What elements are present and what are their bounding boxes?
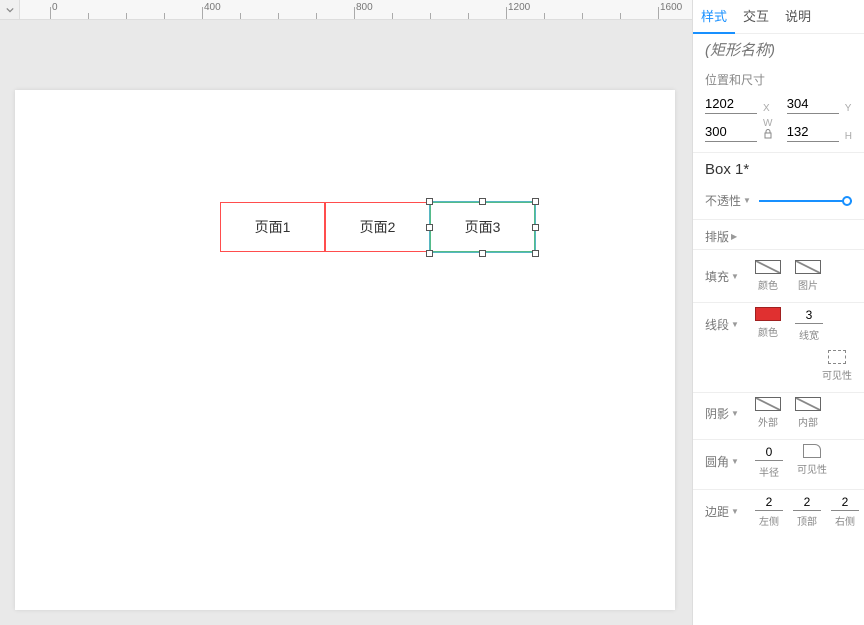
pos-x-label: X (763, 103, 781, 114)
line-visibility-label: 可见性 (822, 367, 852, 382)
shapes-layer: 页面1 页面2 页面3 (15, 90, 675, 610)
corner-visibility-label: 可见性 (797, 461, 827, 476)
line-label[interactable]: 线段▼ (705, 316, 755, 333)
opacity-label[interactable]: 不透性▼ (705, 192, 751, 209)
margin-left-input[interactable] (755, 494, 783, 511)
canvas-background[interactable]: 页面1 页面2 页面3 (0, 20, 692, 625)
ruler-horizontal[interactable]: 0 400 800 1200 1600 (20, 0, 692, 20)
fill-image-swatch[interactable] (795, 260, 821, 274)
rect-shape[interactable]: 页面3 (430, 202, 535, 252)
line-color-swatch[interactable] (755, 307, 781, 321)
rect-label: 页面3 (465, 217, 501, 237)
ruler-corner[interactable] (0, 0, 20, 20)
margin-top-input[interactable] (793, 494, 821, 511)
tab-notes[interactable]: 说明 (777, 0, 819, 34)
corner-row: 圆角▼ 半径 可见性 (693, 440, 864, 490)
line-color-label: 颜色 (758, 324, 778, 339)
margin-row: 边距▼ 左侧 顶部 右侧 (693, 490, 864, 532)
height-label: H (845, 131, 852, 142)
opacity-row: 不透性▼ (693, 186, 864, 220)
canvas-area: 0 400 800 1200 1600 页面1 页面2 页面3 (0, 0, 692, 625)
position-section: 位置和尺寸 X Y W H (693, 65, 864, 153)
margin-label[interactable]: 边距▼ (705, 503, 755, 520)
fill-color-swatch[interactable] (755, 260, 781, 274)
ruler-tick-label: 800 (356, 2, 373, 13)
line-width-label: 线宽 (799, 327, 819, 342)
line-row: 线段▼ 颜色 线宽 (693, 303, 864, 346)
shape-name-row (693, 34, 864, 65)
shadow-outer-label: 外部 (758, 414, 778, 429)
corner-radius-label: 半径 (759, 464, 779, 479)
corner-label[interactable]: 圆角▼ (705, 453, 755, 470)
slider-knob[interactable] (842, 196, 852, 206)
ruler-tick-label: 1600 (660, 2, 682, 13)
line-visibility-row: 可见性 (693, 346, 864, 393)
line-visibility-box[interactable] (828, 350, 846, 364)
fill-image-label: 图片 (798, 277, 818, 292)
shadow-inner-label: 内部 (798, 414, 818, 429)
shadow-row: 阴影▼ 外部 内部 (693, 393, 864, 440)
style-name[interactable]: Box 1* (693, 153, 864, 186)
section-title: 位置和尺寸 (705, 71, 852, 88)
ruler-tick-label: 400 (204, 2, 221, 13)
rect-label: 页面2 (360, 217, 396, 237)
ruler-tick-label: 1200 (508, 2, 530, 13)
ruler-tick-label: 0 (52, 2, 58, 13)
shadow-outer-swatch[interactable] (755, 397, 781, 411)
typography-row[interactable]: 排版▶ (693, 224, 864, 250)
height-input[interactable] (787, 122, 839, 142)
margin-top-label: 顶部 (797, 513, 817, 528)
corner-visibility-box[interactable] (803, 444, 821, 458)
width-input[interactable] (705, 122, 757, 142)
line-width-input[interactable] (795, 307, 823, 324)
tab-style[interactable]: 样式 (693, 0, 735, 34)
rect-shape[interactable]: 页面2 (325, 202, 430, 252)
pos-y-input[interactable] (787, 94, 839, 114)
margin-right-input[interactable] (831, 494, 859, 511)
rect-label: 页面1 (255, 217, 291, 237)
fill-row: 填充▼ 颜色 图片 (693, 256, 864, 303)
pos-y-label: Y (845, 103, 852, 114)
opacity-slider[interactable] (759, 200, 852, 202)
shadow-label[interactable]: 阴影▼ (705, 405, 755, 422)
margin-right-label: 右侧 (835, 513, 855, 528)
fill-label[interactable]: 填充▼ (705, 268, 755, 285)
lock-icon[interactable] (763, 129, 773, 139)
inspector-panel: 样式 交互 说明 位置和尺寸 X Y W H Box 1* 不透性▼ 排版▶ 填… (692, 0, 864, 625)
fill-color-label: 颜色 (758, 277, 778, 292)
tab-interact[interactable]: 交互 (735, 0, 777, 34)
shape-name-input[interactable] (705, 42, 852, 59)
pos-x-input[interactable] (705, 94, 757, 114)
corner-radius-input[interactable] (755, 444, 783, 461)
rect-shape[interactable]: 页面1 (220, 202, 325, 252)
panel-tabs: 样式 交互 说明 (693, 0, 864, 34)
chevron-down-icon (6, 6, 14, 14)
page-surface[interactable]: 页面1 页面2 页面3 (15, 90, 675, 610)
margin-left-label: 左侧 (759, 513, 779, 528)
typography-label: 排版 (705, 228, 729, 245)
width-label: W (763, 118, 781, 142)
shadow-inner-swatch[interactable] (795, 397, 821, 411)
